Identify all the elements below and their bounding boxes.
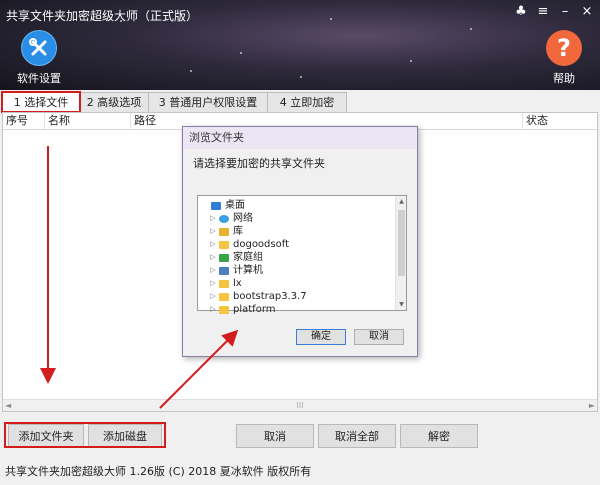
net-icon: [219, 214, 229, 223]
tree-vertical-scrollbar[interactable]: ▲ ▼: [395, 196, 406, 310]
tree-item[interactable]: ▷ lx: [201, 277, 406, 290]
dialog-cancel-button[interactable]: 取消: [354, 329, 404, 345]
column-header-index[interactable]: 序号: [3, 113, 45, 129]
window-controls: ♣ ≡ – ×: [514, 4, 594, 20]
expand-arrow-icon[interactable]: ▷: [209, 277, 217, 290]
scroll-thumb[interactable]: [398, 210, 405, 276]
browse-folder-dialog: 浏览文件夹 请选择要加密的共享文件夹 桌面 ▷ 网络 ▷ 库 ▷ dogoodsoft ▷ 家庭…: [182, 126, 418, 357]
status-bar: 共享文件夹加密超级大师 1.26版 (C) 2018 夏冰软件 版权所有: [5, 465, 312, 478]
lib-icon: [219, 227, 229, 236]
expand-arrow-icon[interactable]: ▷: [209, 264, 217, 277]
settings-button[interactable]: 软件设置: [14, 30, 64, 86]
tree-item[interactable]: ▷ 网络: [201, 212, 406, 225]
tree-item[interactable]: ▷ dogoodsoft: [201, 238, 406, 251]
tree-item-label: 库: [233, 226, 243, 237]
expand-arrow-icon[interactable]: ▷: [209, 290, 217, 303]
tab-highlight-box: [1, 91, 81, 113]
menu-icon[interactable]: ≡: [536, 4, 550, 20]
tree-item-label: 桌面: [225, 200, 245, 211]
tree-item-label: bootstrap3.3.7: [233, 291, 307, 302]
pc-icon: [219, 266, 229, 275]
folder-icon: [219, 240, 229, 249]
tab-encrypt-now[interactable]: 4 立即加密: [267, 92, 347, 112]
column-header-name[interactable]: 名称: [45, 113, 131, 129]
scroll-up-icon[interactable]: ▲: [396, 198, 407, 205]
expand-arrow-icon[interactable]: ▷: [209, 251, 217, 264]
wrench-icon: [21, 30, 57, 66]
help-button[interactable]: ? 帮助: [542, 30, 586, 86]
home-icon: [219, 253, 229, 262]
tree-item[interactable]: 桌面: [201, 199, 406, 212]
folder-icon: [219, 279, 229, 288]
dialog-prompt: 请选择要加密的共享文件夹: [193, 157, 325, 170]
help-label: 帮助: [553, 72, 575, 85]
minimize-icon[interactable]: –: [558, 4, 572, 20]
button-highlight-box: [4, 422, 166, 448]
settings-label: 软件设置: [17, 72, 61, 85]
folder-icon: [219, 305, 229, 314]
tree-item-label: 网络: [233, 213, 253, 224]
expand-arrow-icon[interactable]: ▷: [209, 238, 217, 251]
header: 共享文件夹加密超级大师（正式版） ♣ ≡ – × 软件设置 ? 帮助: [0, 0, 600, 90]
tab-advanced-options[interactable]: 2 高级选项: [79, 92, 149, 112]
dialog-title: 浏览文件夹: [183, 127, 417, 149]
skin-icon[interactable]: ♣: [514, 4, 528, 20]
tree-item[interactable]: ▷ 家庭组: [201, 251, 406, 264]
tree-item[interactable]: ▷ 计算机: [201, 264, 406, 277]
tab-user-permissions[interactable]: 3 普通用户权限设置: [148, 92, 268, 112]
tree-item[interactable]: ▷ bootstrap3.3.7: [201, 290, 406, 303]
help-icon: ?: [546, 30, 582, 66]
folder-icon: [219, 292, 229, 301]
window-title: 共享文件夹加密超级大师（正式版）: [6, 9, 199, 23]
tree-item[interactable]: ▷ platform: [201, 303, 406, 316]
expand-arrow-icon[interactable]: ▷: [209, 303, 217, 316]
scroll-grip-icon: III: [296, 401, 304, 410]
tree-item-label: lx: [233, 278, 242, 289]
folder-tree[interactable]: 桌面 ▷ 网络 ▷ 库 ▷ dogoodsoft ▷ 家庭组 ▷ 计算机 ▷ lx ▷ bootstrap3…: [197, 195, 407, 315]
tree-item-label: 家庭组: [233, 252, 263, 263]
dialog-ok-button[interactable]: 确定: [296, 329, 346, 345]
scroll-right-icon[interactable]: ►: [589, 401, 595, 410]
column-header-status[interactable]: 状态: [523, 113, 597, 129]
tree-item-label: dogoodsoft: [233, 239, 289, 250]
desktop-icon: [211, 201, 221, 210]
tree-item-label: 计算机: [233, 265, 263, 276]
tab-bar: 1 选择文件夹 2 高级选项 3 普通用户权限设置 4 立即加密: [0, 92, 600, 128]
expand-arrow-icon[interactable]: ▷: [209, 225, 217, 238]
cancel-all-button[interactable]: 取消全部: [318, 424, 396, 448]
expand-arrow-icon[interactable]: ▷: [209, 212, 217, 225]
cancel-button[interactable]: 取消: [236, 424, 314, 448]
folder-tree-items: 桌面 ▷ 网络 ▷ 库 ▷ dogoodsoft ▷ 家庭组 ▷ 计算机 ▷ lx ▷ bootstrap3…: [198, 196, 406, 316]
decrypt-button[interactable]: 解密: [400, 424, 478, 448]
close-icon[interactable]: ×: [580, 4, 594, 20]
tree-item[interactable]: ▷ 库: [201, 225, 406, 238]
tree-item-label: platform: [233, 304, 276, 315]
scroll-down-icon[interactable]: ▼: [396, 301, 407, 308]
horizontal-scrollbar[interactable]: ◄ III ►: [3, 399, 597, 411]
scroll-left-icon[interactable]: ◄: [5, 401, 11, 410]
